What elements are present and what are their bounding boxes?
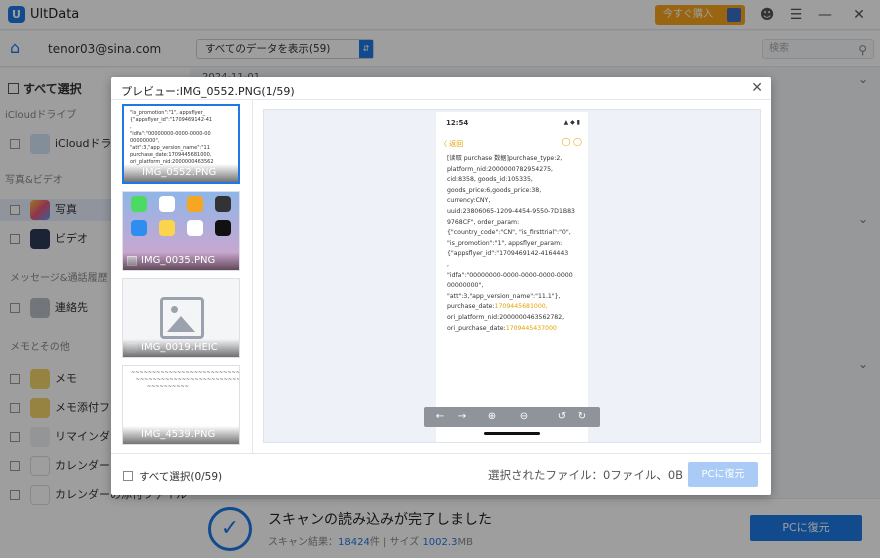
thumbnail-item[interactable]: IMG_0019.HEIC [122, 278, 240, 358]
checkbox[interactable] [123, 471, 133, 481]
phone-line-label: ori_platform_nid: [447, 313, 500, 321]
thumbnail-caption: IMG_0552.PNG [124, 164, 238, 182]
phone-line: platform_nid:2000000782954275, [447, 165, 553, 173]
rotate-left-icon[interactable]: ↺ [554, 409, 570, 425]
preview-toolbar: ← → ⊕ ⊖ ↺ ↻ [424, 407, 600, 427]
thumbnail-caption: IMG_0035.PNG [123, 252, 239, 270]
notes-app-icon [159, 220, 175, 236]
rotate-right-icon[interactable]: ↻ [574, 409, 590, 425]
preview-pane: 12:54 ▲ ◆ ▮ 〈 返回 ◯ ◯ [读取 purchase 数据]pur… [263, 109, 761, 443]
divider [252, 100, 253, 453]
phone-line: [读取 purchase 数据]purchase_type:2, [447, 155, 563, 162]
phone-line: currency:CNY, [447, 197, 491, 205]
phone-line: cid:8358, goods_id:105335, [447, 176, 533, 184]
home-indicator [484, 432, 540, 435]
phone-line-label: ori_purchase_date: [447, 324, 506, 332]
zoom-in-icon[interactable]: ⊕ [484, 409, 500, 425]
phone-line: , [447, 260, 449, 268]
dialog-select-all[interactable]: すべて選択(0/59) [123, 469, 222, 484]
thumbnail-item[interactable]: "is_promotion":"1", appsflyer_ {"appsfly… [122, 104, 240, 184]
phone-line-value: 2000000463562782, [499, 313, 565, 321]
calendar-app-icon [159, 196, 175, 212]
phone-line-value: 1709445681000, [494, 303, 548, 311]
divider [111, 99, 771, 100]
phone-line: {"country_code":"CN", "is_firsttrial":"0… [447, 229, 571, 237]
preview-dialog: プレビュー:IMG_0552.PNG(1/59) ✕ "is_promotion… [111, 77, 771, 495]
phone-line: "is_promotion":"1", appsflyer_param: [447, 239, 563, 247]
phone-line: "att":3,"app_version_name":"11.1"}, [447, 292, 561, 300]
camera-app-icon [215, 196, 231, 212]
close-icon[interactable]: ✕ [751, 80, 763, 96]
dialog-restore-button[interactable]: PCに復元 [688, 462, 758, 487]
photos-app-icon [187, 196, 203, 212]
dialog-title: プレビュー:IMG_0552.PNG(1/59) [121, 85, 295, 98]
divider [111, 453, 771, 454]
phone-note-text: [读取 purchase 数据]purchase_type:2, platfor… [447, 154, 583, 334]
reminders-app-icon [187, 220, 203, 236]
thumbnail-item[interactable]: IMG_0035.PNG [122, 191, 240, 271]
thumbnail-list: "is_promotion":"1", appsflyer_ {"appsfly… [121, 103, 243, 453]
arrow-left-icon[interactable]: ← [432, 409, 448, 425]
phone-line: {"appsflyer_id":"1709469142-4164443 [447, 250, 569, 258]
selected-files-status: 選択されたファイル：0ファイル、0B [488, 468, 684, 482]
phone-time: 12:54 [446, 119, 469, 127]
phone-status-icons: ▲ ◆ ▮ [563, 119, 580, 126]
preview-image: 12:54 ▲ ◆ ▮ 〈 返回 ◯ ◯ [读取 purchase 数据]pur… [436, 112, 588, 442]
thumbnail-caption: IMG_4539.PNG [123, 426, 239, 444]
thumbnail-item[interactable]: ~~~~~~~~~~~~~~~~~~~~~~~~~~ ~~~~ ~~~~~~~~~… [122, 365, 240, 445]
phone-action-icons: ◯ ◯ [561, 137, 582, 146]
thumbnail-text-preview: "is_promotion":"1", appsflyer_ {"appsfly… [130, 110, 214, 165]
mail-app-icon [131, 220, 147, 236]
zoom-out-icon[interactable]: ⊖ [516, 409, 532, 425]
phone-line-value: 1709445437000 [505, 324, 557, 332]
image-placeholder-icon [160, 297, 204, 339]
phone-line: goods_price:6,goods_price:38, [447, 186, 542, 194]
sun-shape [171, 306, 178, 313]
phone-line: 9768CF", order_param: [447, 218, 520, 226]
app-icon [131, 196, 147, 212]
phone-line-label: purchase_date: [447, 303, 495, 311]
phone-line: 00000000", [447, 282, 484, 290]
mountain-shape [167, 316, 195, 332]
arrow-right-icon[interactable]: → [454, 409, 470, 425]
thumbnail-caption: IMG_0019.HEIC [123, 339, 239, 357]
dialog-select-all-label: すべて選択(0/59) [139, 471, 223, 483]
phone-line: uuid:23806065-1209-4454-9550-7D1B83 [447, 207, 575, 215]
phone-back-label: 〈 返回 [440, 140, 464, 148]
clock-app-icon [215, 220, 231, 236]
thumbnail-text-preview: ~~~~~~~~~~~~~~~~~~~~~~~~~~ ~~~~ ~~~~~~~~~… [131, 370, 240, 390]
phone-line: "idfa":"00000000-0000-0000-0000-0000 [447, 271, 573, 279]
